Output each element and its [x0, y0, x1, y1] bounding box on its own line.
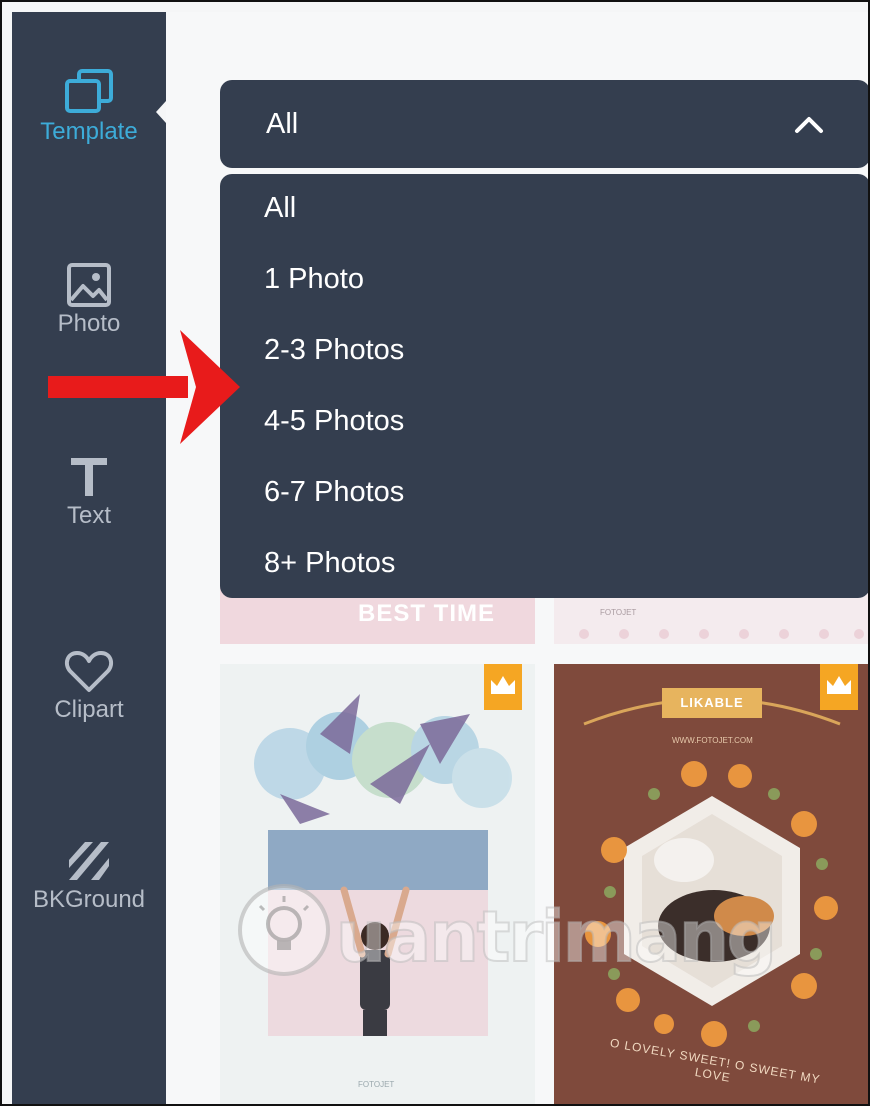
card-text: BEST TIME	[358, 600, 496, 627]
premium-badge	[820, 664, 858, 710]
crown-icon	[827, 676, 851, 694]
sidebar: Template Photo Text Clipart BKGround	[12, 12, 176, 1104]
dropdown-option-2-3-photos[interactable]: 2-3 Photos	[264, 334, 404, 367]
dropdown-menu: All 1 Photo 2-3 Photos 4-5 Photos 6-7 Ph…	[220, 174, 868, 598]
dropdown-option-4-5-photos[interactable]: 4-5 Photos	[264, 405, 404, 438]
sidebar-item-label: Template	[40, 118, 138, 145]
template-card[interactable]: LIKABLE WWW.FOTOJET.COM O LOVELY SWEET! …	[554, 664, 868, 1104]
card-brand: FOTOJET	[600, 608, 637, 617]
dropdown-option-8-plus-photos[interactable]: 8+ Photos	[264, 547, 395, 580]
stripes-icon	[69, 842, 109, 880]
sidebar-item-label: Text	[66, 502, 111, 529]
dropdown-selected-value: All	[266, 108, 299, 140]
premium-badge	[484, 664, 522, 710]
watermark: uantrimang	[236, 882, 778, 983]
chevron-up-icon	[795, 117, 823, 133]
sidebar-item-clipart[interactable]: Clipart	[12, 648, 166, 724]
sidebar-item-bkground[interactable]: BKGround	[12, 838, 166, 914]
sidebar-item-text[interactable]: Text	[12, 454, 166, 530]
dropdown-option-all[interactable]: All	[264, 192, 296, 225]
sidebar-item-photo[interactable]: Photo	[12, 262, 166, 338]
app-window: Template Photo Text Clipart BKGround All…	[0, 0, 870, 1106]
photo-count-dropdown[interactable]: All	[220, 80, 868, 168]
text-icon	[71, 458, 107, 496]
crown-icon	[491, 676, 515, 694]
lightbulb-icon	[238, 884, 330, 976]
card-brand: FOTOJET	[358, 1080, 395, 1089]
heart-icon	[64, 651, 114, 692]
watermark-text: uantrimang	[335, 895, 778, 979]
card-site: WWW.FOTOJET.COM	[672, 736, 753, 745]
card-ribbon: LIKABLE	[662, 688, 762, 718]
sidebar-item-label: BKGround	[32, 886, 146, 913]
red-arrow-annotation	[48, 330, 240, 444]
card-pattern	[579, 629, 864, 639]
dropdown-option-1-photo[interactable]: 1 Photo	[264, 263, 364, 296]
sidebar-item-label: Clipart	[54, 696, 124, 723]
photo-icon	[67, 263, 111, 307]
sidebar-item-template[interactable]: Template	[12, 68, 166, 146]
dropdown-option-6-7-photos[interactable]: 6-7 Photos	[264, 476, 404, 509]
template-icon	[65, 69, 113, 113]
